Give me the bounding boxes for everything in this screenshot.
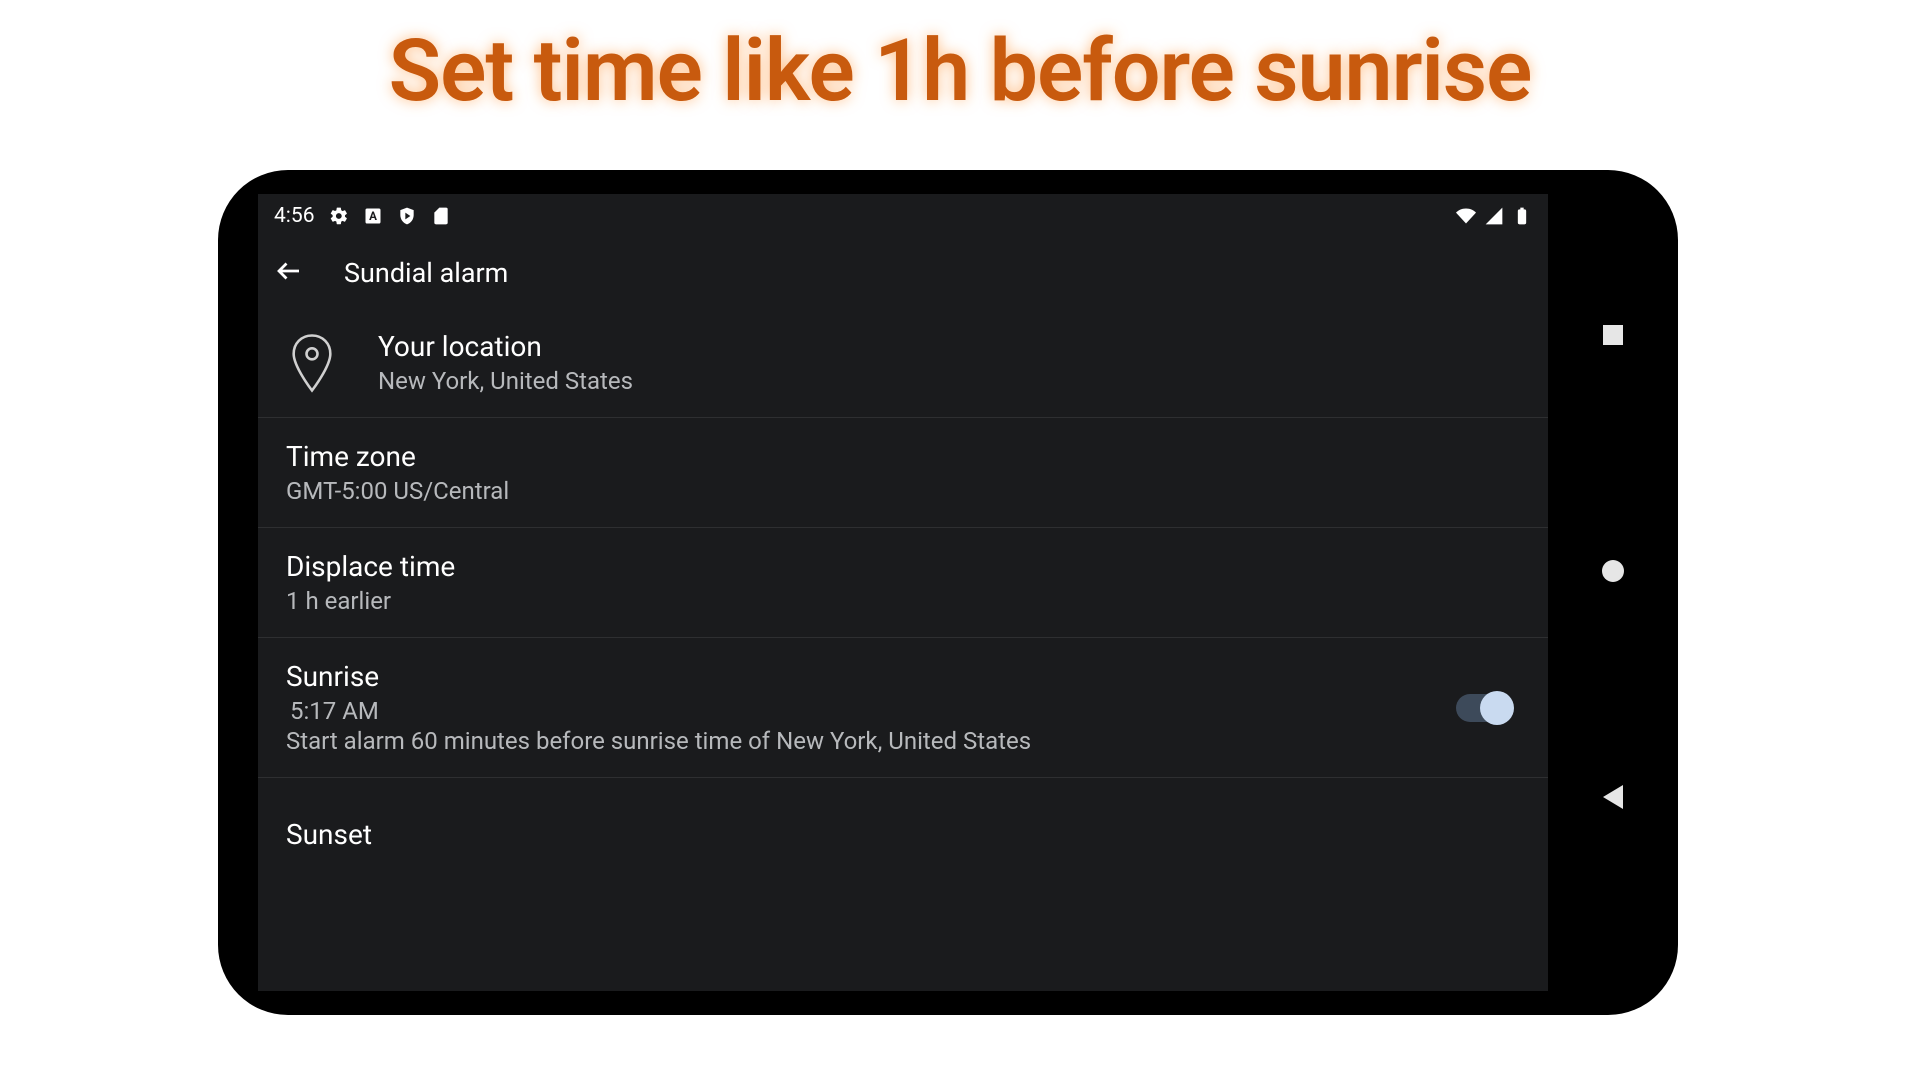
svg-text:A: A	[369, 209, 377, 223]
row-location-value: New York, United States	[378, 367, 1520, 395]
nav-recent-button[interactable]	[1603, 325, 1623, 345]
sunrise-toggle[interactable]	[1456, 694, 1510, 722]
battery-icon	[1512, 206, 1532, 226]
row-sunrise-time: 5:17 AM	[290, 697, 1416, 725]
nav-home-button[interactable]	[1602, 560, 1624, 582]
toggle-knob	[1480, 691, 1514, 725]
row-location[interactable]: Your location New York, United States	[258, 308, 1548, 418]
arrow-left-icon	[274, 256, 304, 286]
nav-back-button[interactable]	[1603, 785, 1623, 809]
app-bar: Sundial alarm	[258, 238, 1548, 308]
row-displace[interactable]: Displace time 1 h earlier	[258, 528, 1548, 638]
row-sunset[interactable]: Sunset	[258, 778, 1548, 837]
row-sunrise-desc: Start alarm 60 minutes before sunrise ti…	[286, 727, 1416, 755]
status-time: 4:56	[274, 204, 315, 228]
signal-icon	[1484, 206, 1504, 226]
gear-icon	[329, 206, 349, 226]
shield-icon	[397, 206, 417, 226]
letter-a-icon: A	[363, 206, 383, 226]
promo-headline: Set time like 1h before sunrise	[0, 20, 1920, 121]
tablet-frame: 4:56 A	[218, 170, 1678, 1015]
device-screen: 4:56 A	[258, 194, 1548, 991]
status-bar: 4:56 A	[258, 194, 1548, 238]
row-timezone-title: Time zone	[286, 440, 1520, 473]
settings-list: Your location New York, United States Ti…	[258, 308, 1548, 837]
row-timezone[interactable]: Time zone GMT-5:00 US/Central	[258, 418, 1548, 528]
row-displace-title: Displace time	[286, 550, 1520, 583]
row-displace-value: 1 h earlier	[286, 587, 1520, 615]
back-button[interactable]	[274, 256, 304, 290]
system-nav-strip	[1548, 170, 1678, 1015]
row-sunset-title: Sunset	[286, 818, 1520, 851]
row-location-title: Your location	[378, 330, 1520, 363]
row-timezone-value: GMT-5:00 US/Central	[286, 477, 1520, 505]
row-sunrise-title: Sunrise	[286, 660, 1416, 693]
sd-card-icon	[431, 206, 451, 226]
location-pin-icon	[286, 333, 338, 393]
row-sunrise[interactable]: Sunrise 5:17 AM Start alarm 60 minutes b…	[258, 638, 1548, 778]
app-bar-title: Sundial alarm	[344, 257, 508, 289]
wifi-icon	[1456, 206, 1476, 226]
